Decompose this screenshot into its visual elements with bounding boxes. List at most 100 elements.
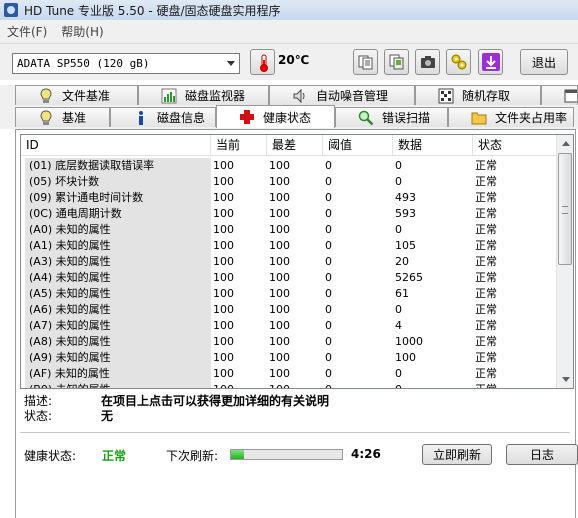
cell-id: (A5) 未知的属性 xyxy=(25,286,211,302)
refresh-progress-bar xyxy=(230,449,343,460)
cell-data: 105 xyxy=(395,239,416,252)
cell-current: 100 xyxy=(213,335,234,348)
menu-help[interactable]: 帮助(H) xyxy=(54,23,110,40)
description-value: 在项目上点击可以获得更加详细的有关说明 xyxy=(101,394,330,408)
cell-threshold: 0 xyxy=(325,271,332,284)
table-row[interactable]: (A1) 未知的属性 100 100 0 105 正常 xyxy=(25,238,557,254)
column-header-status[interactable]: 状态 xyxy=(473,135,557,156)
scroll-thumb[interactable] xyxy=(558,153,572,265)
table-row[interactable]: (0C) 通电周期计数 100 100 0 593 正常 xyxy=(25,206,557,222)
cell-status: 正常 xyxy=(475,335,497,348)
wrench-icon xyxy=(451,54,466,70)
refresh-progress-fill xyxy=(231,450,245,459)
tab-folder-usage[interactable]: 文件夹占用率 xyxy=(448,107,574,127)
lightbulb-icon xyxy=(40,87,52,103)
scroll-down-icon[interactable] xyxy=(557,371,573,388)
tab-error-scan[interactable]: 错误扫描 xyxy=(335,107,448,127)
smart-attributes-table[interactable]: ID 当前 最差 阈值 数据 状态 (01) 底层数据读取错误率 100 100 0 0… xyxy=(20,134,574,389)
info-icon xyxy=(139,110,143,125)
table-row[interactable]: (A6) 未知的属性 100 100 0 0 正常 xyxy=(25,302,557,318)
table-row[interactable]: (AF) 未知的属性 100 100 0 0 正常 xyxy=(25,366,557,382)
cell-data: 4 xyxy=(395,319,402,332)
cell-worst: 100 xyxy=(269,239,290,252)
cell-worst: 100 xyxy=(267,382,323,388)
options-button[interactable] xyxy=(446,49,471,75)
table-row[interactable]: (09) 累计通电时间计数 100 100 0 493 正常 xyxy=(25,190,557,206)
exit-button[interactable]: 退出 xyxy=(520,49,568,75)
save-button[interactable] xyxy=(478,49,503,75)
tab-disk-info[interactable]: 磁盘信息 xyxy=(110,107,216,127)
window-title: HD Tune 专业版 5.50 - 硬盘/固态硬盘实用程序 xyxy=(24,3,281,18)
cell-data: 0 xyxy=(395,367,402,380)
cell-id: (A4) 未知的属性 xyxy=(25,270,211,286)
cell-status: 正常 xyxy=(475,191,497,204)
column-header-worst[interactable]: 最差 xyxy=(267,135,323,156)
tab-label: 自动噪音管理 xyxy=(316,89,389,103)
tab-strip: 文件基准 磁盘监视器 自动噪音管理 随机存取 基准 磁盘信息 健康状态 错误扫描… xyxy=(0,85,578,129)
copy-button[interactable] xyxy=(353,49,378,75)
cell-data: 593 xyxy=(395,207,416,220)
cell-worst: 100 xyxy=(269,159,290,172)
cell-status: 正常 xyxy=(475,159,497,172)
tab-label: 文件夹占用率 xyxy=(495,111,568,125)
cell-threshold: 0 xyxy=(325,175,332,188)
table-row[interactable]: (01) 底层数据读取错误率 100 100 0 0 正常 xyxy=(25,158,557,174)
cell-worst: 100 xyxy=(269,223,290,236)
cell-data: 493 xyxy=(395,191,416,204)
column-header-data[interactable]: 数据 xyxy=(393,135,473,156)
tab-label: 错误扫描 xyxy=(382,111,431,125)
app-icon xyxy=(4,3,18,17)
copy-all-button[interactable] xyxy=(384,49,409,75)
column-header-threshold[interactable]: 阈值 xyxy=(323,135,393,156)
table-row[interactable]: (A9) 未知的属性 100 100 0 100 正常 xyxy=(25,350,557,366)
table-row[interactable]: (A7) 未知的属性 100 100 0 4 正常 xyxy=(25,318,557,334)
tab-health[interactable]: 健康状态 xyxy=(216,105,335,128)
table-row[interactable]: (A8) 未知的属性 100 100 0 1000 正常 xyxy=(25,334,557,350)
screenshot-button[interactable] xyxy=(415,49,440,75)
tab-random-access[interactable]: 随机存取 xyxy=(415,85,541,105)
cell-current: 100 xyxy=(213,207,234,220)
vertical-scrollbar[interactable] xyxy=(556,135,573,388)
temperature-button[interactable] xyxy=(250,49,275,75)
tab-benchmark[interactable]: 基准 xyxy=(15,107,110,127)
tab-file-benchmark[interactable]: 文件基准 xyxy=(15,85,138,105)
drive-select[interactable]: ADATA SP550 (120 gB) xyxy=(12,53,240,74)
tab-disk-monitor[interactable]: 磁盘监视器 xyxy=(138,85,269,105)
tab-extra[interactable] xyxy=(541,85,578,105)
table-row[interactable]: (05) 坏块计数 100 100 0 0 正常 xyxy=(25,174,557,190)
tab-label: 健康状态 xyxy=(263,110,312,125)
refresh-countdown: 4:26 xyxy=(351,447,381,461)
cell-threshold: 0 xyxy=(325,207,332,220)
table-header: ID 当前 最差 阈值 数据 状态 xyxy=(21,135,557,156)
cell-status: 正常 xyxy=(473,382,553,388)
table-row[interactable]: (A3) 未知的属性 100 100 0 20 正常 xyxy=(25,254,557,270)
log-button[interactable]: 日志 xyxy=(506,444,578,465)
table-row[interactable]: (A4) 未知的属性 100 100 0 5265 正常 xyxy=(25,270,557,286)
refresh-now-button[interactable]: 立即刷新 xyxy=(422,444,492,465)
cell-data: 0 xyxy=(393,382,473,388)
menu-file[interactable]: 文件(F) xyxy=(0,23,54,40)
copy-icon xyxy=(358,55,372,70)
tab-label: 基准 xyxy=(62,111,87,125)
chevron-down-icon[interactable] xyxy=(222,54,239,73)
cell-id: (0C) 通电周期计数 xyxy=(25,206,211,222)
table-row[interactable]: (A5) 未知的属性 100 100 0 61 正常 xyxy=(25,286,557,302)
cell-status: 正常 xyxy=(475,255,497,268)
table-row[interactable]: (A0) 未知的属性 100 100 0 0 正常 xyxy=(25,222,557,238)
cell-threshold: 0 xyxy=(325,239,332,252)
temperature-value: 20℃ xyxy=(278,53,310,67)
description-area: 描述: 在项目上点击可以获得更加详细的有关说明 状态: 无 xyxy=(24,394,329,424)
tab-noise-management[interactable]: 自动噪音管理 xyxy=(269,85,415,105)
cell-current: 100 xyxy=(211,382,267,388)
camera-icon xyxy=(420,56,435,68)
magnifier-icon xyxy=(358,110,374,125)
cell-worst: 100 xyxy=(269,271,290,284)
column-header-id[interactable]: ID xyxy=(21,135,211,156)
column-header-current[interactable]: 当前 xyxy=(211,135,267,156)
cell-current: 100 xyxy=(213,351,234,364)
cell-id: (B0) 未知的属性 xyxy=(25,382,211,388)
table-row[interactable]: (B0) 未知的属性10010000正常 xyxy=(25,382,557,388)
scroll-up-icon[interactable] xyxy=(557,135,573,152)
cell-data: 61 xyxy=(395,287,409,300)
cell-id: (A6) 未知的属性 xyxy=(25,302,211,318)
